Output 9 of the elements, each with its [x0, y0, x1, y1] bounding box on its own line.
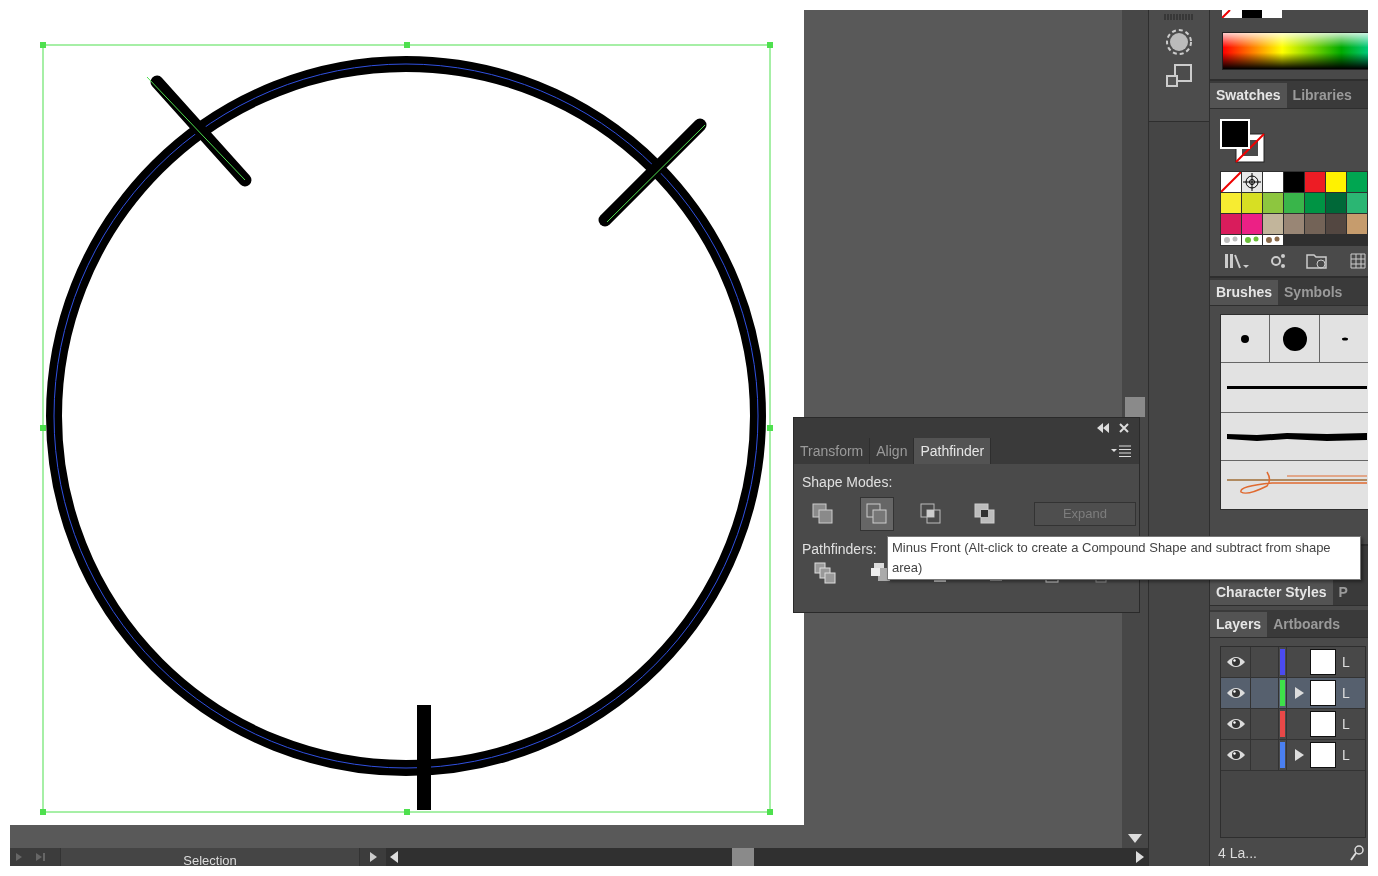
layer-name: L — [1342, 652, 1350, 672]
tool-name: Selection — [60, 848, 360, 866]
layer-name: L — [1342, 683, 1350, 703]
shape-modes-label: Shape Modes: — [802, 473, 893, 492]
tooltip: Minus Front (Alt-click to create a Compound Shape and subtract from shape area) — [887, 536, 1361, 580]
pathfinders-label: Pathfinders: — [802, 540, 877, 559]
layer-count: 4 La... — [1218, 843, 1257, 863]
layer-name: L — [1342, 745, 1350, 765]
layer-name: L — [1342, 714, 1350, 734]
